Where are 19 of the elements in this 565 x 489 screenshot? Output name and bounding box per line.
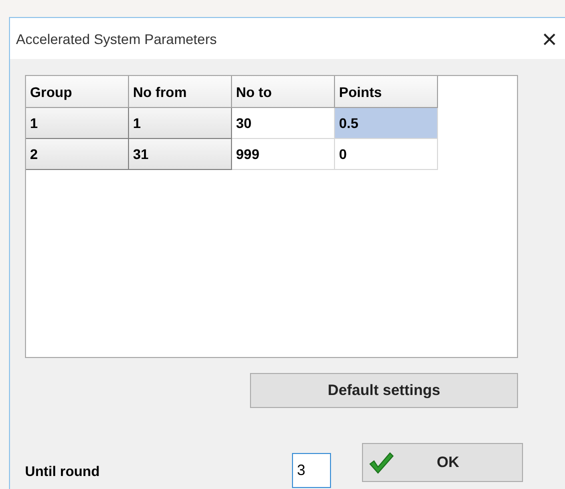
table-cell[interactable]: 1 [129,108,232,139]
table-cell[interactable]: 1 [26,108,129,139]
table-cell[interactable]: 0 [335,139,438,170]
column-header[interactable]: No to [232,76,335,108]
default-settings-button[interactable]: Default settings [250,373,518,408]
ok-button[interactable]: OK [362,443,523,482]
close-button[interactable]: × [542,26,557,52]
column-header[interactable]: No from [129,76,232,108]
column-header[interactable]: Points [335,76,438,108]
table-cell[interactable]: 31 [129,139,232,170]
table-cell[interactable]: 30 [232,108,335,139]
column-header[interactable]: Group [26,76,129,108]
until-round-field[interactable]: 3 [292,453,331,488]
table-cell[interactable]: 999 [232,139,335,170]
table-cell[interactable]: 0.5 [335,108,438,139]
until-round-label: Until round [25,462,101,478]
window-title: Accelerated System Parameters [16,30,217,46]
table-cell[interactable]: 2 [26,139,129,170]
checkmark-icon [368,450,394,474]
